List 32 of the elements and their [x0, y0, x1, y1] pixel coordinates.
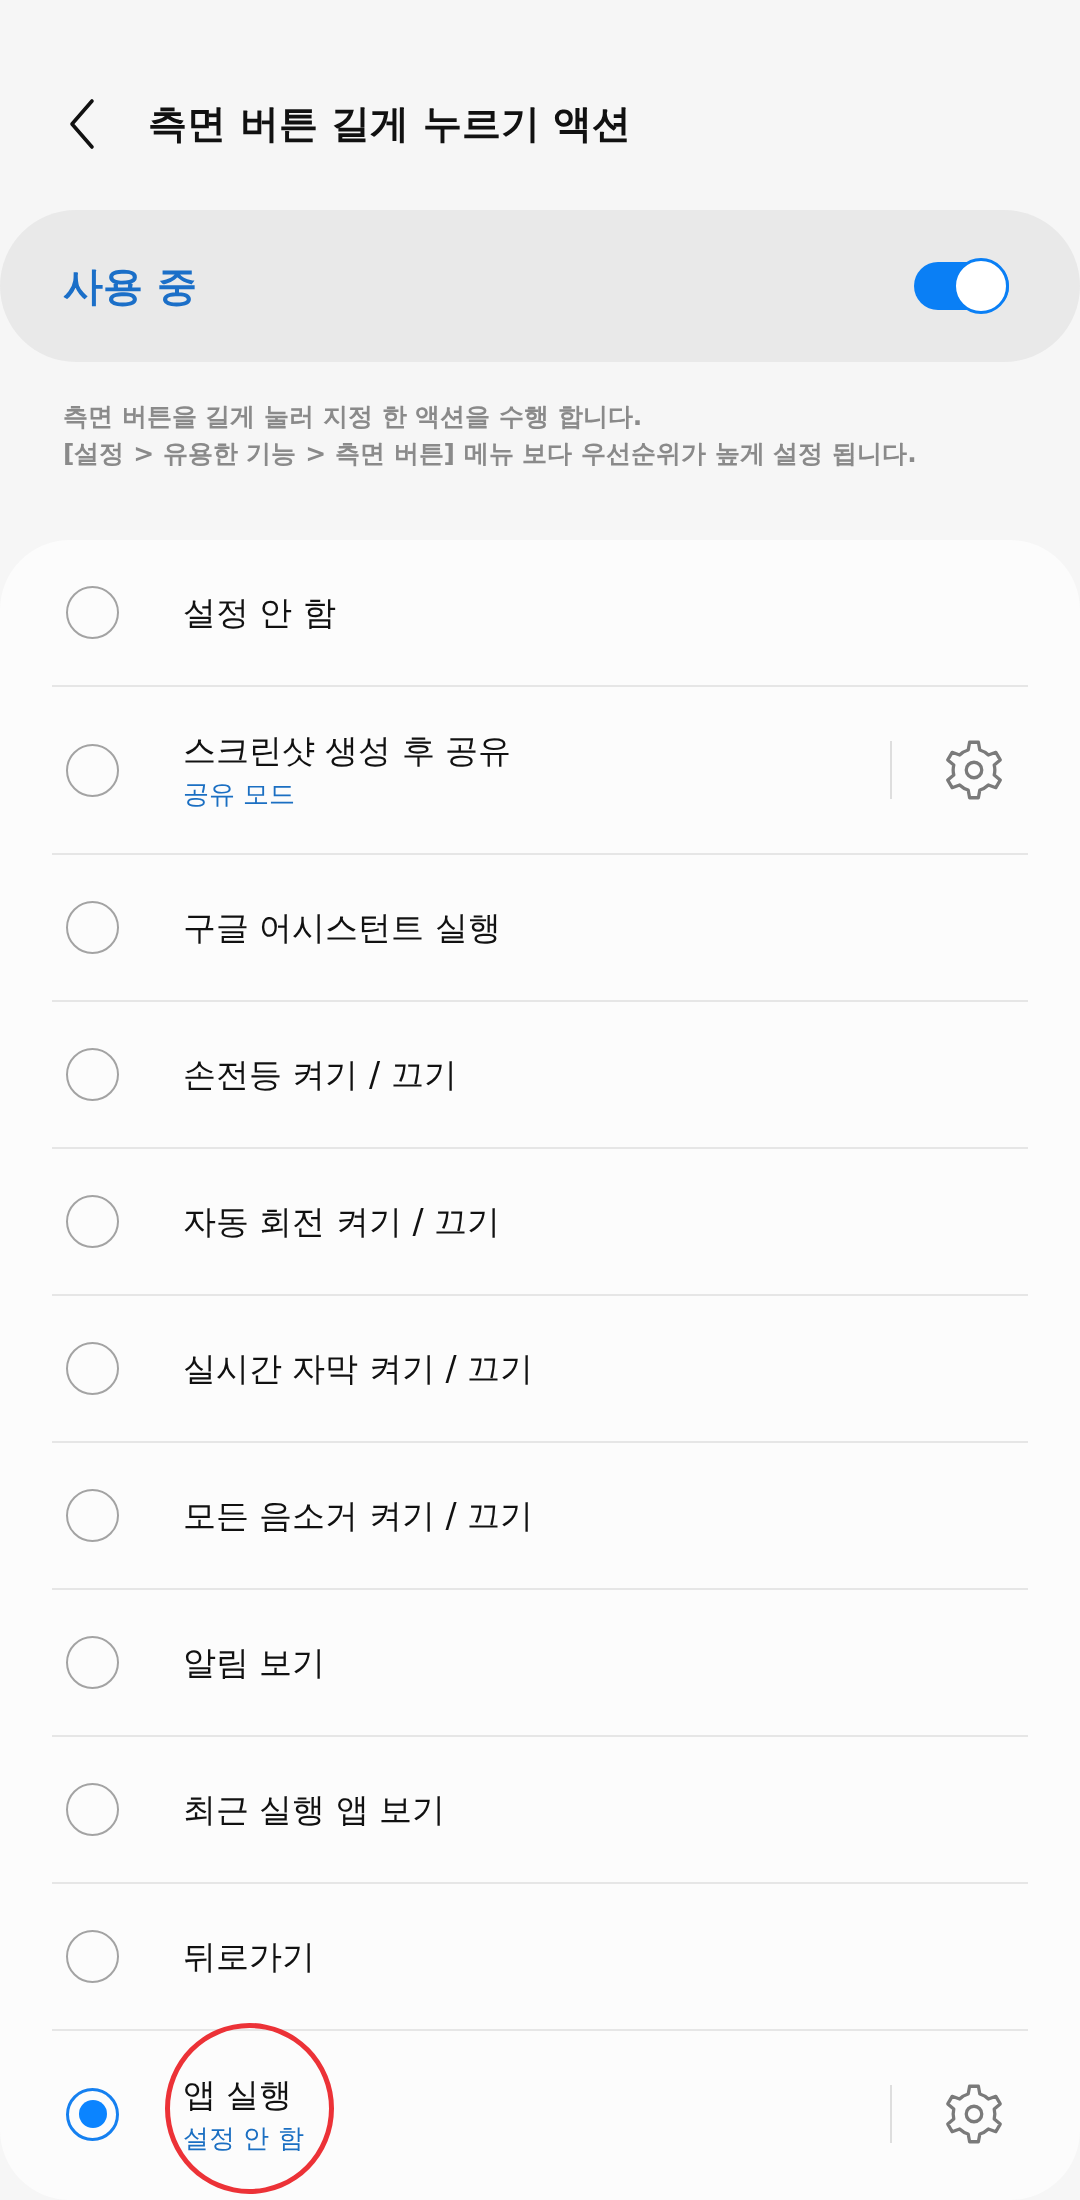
option-label: 실시간 자막 켜기 / 끄기 — [183, 1347, 534, 1390]
option-label: 손전등 켜기 / 끄기 — [183, 1053, 457, 1096]
radio-button[interactable] — [66, 2087, 119, 2141]
option-subtitle: 설정 안 함 — [183, 2122, 304, 2155]
option-label: 앱 실행 — [183, 2074, 293, 2116]
switch-label: 사용 중 — [63, 262, 197, 311]
radio-button[interactable] — [66, 1342, 119, 1395]
radio-button[interactable] — [66, 1783, 119, 1836]
radio-button[interactable] — [66, 586, 119, 639]
radio-button[interactable] — [66, 1195, 119, 1248]
radio-button[interactable] — [66, 1930, 119, 1983]
back-icon[interactable] — [68, 98, 96, 150]
option-label: 최근 실행 앱 보기 — [183, 1788, 446, 1831]
settings-icon[interactable] — [943, 739, 1005, 801]
option-subtitle: 공유 모드 — [183, 778, 296, 811]
option-label: 설정 안 함 — [183, 591, 336, 634]
option-label: 알림 보기 — [183, 1641, 326, 1684]
radio-button[interactable] — [66, 743, 119, 797]
option-label: 모든 음소거 켜기 / 끄기 — [183, 1494, 534, 1537]
radio-button[interactable] — [66, 901, 119, 954]
option-label: 뒤로가기 — [183, 1935, 315, 1978]
settings-icon[interactable] — [943, 2083, 1005, 2145]
radio-button[interactable] — [66, 1489, 119, 1542]
description-text: [설정 > 유용한 기능 > 측면 버튼] 메뉴 보다 우선순위가 높게 설정 됩니다. — [63, 438, 918, 470]
option-label: 자동 회전 켜기 / 끄기 — [183, 1200, 501, 1243]
radio-button[interactable] — [66, 1048, 119, 1101]
page-title: 측면 버튼 길게 누르기 액션 — [148, 100, 632, 148]
description-text: 측면 버튼을 길게 눌러 지정 한 액션을 수행 합니다. — [63, 401, 644, 433]
radio-button[interactable] — [66, 1636, 119, 1689]
option-label: 스크린샷 생성 후 공유 — [183, 730, 512, 772]
toggle-switch[interactable] — [914, 258, 1009, 314]
option-label: 구글 어시스턴트 실행 — [183, 906, 501, 949]
